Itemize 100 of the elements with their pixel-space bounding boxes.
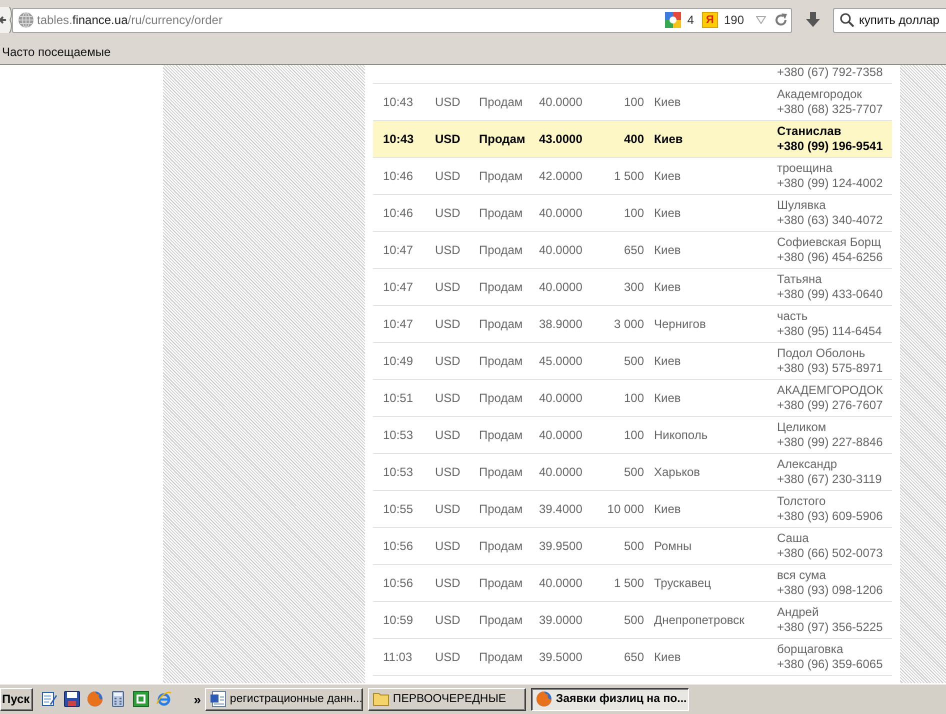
action-cell: Продам (479, 538, 523, 554)
phone-number: +380 (99) 196-9541 (777, 139, 883, 154)
currency-cell: USD (435, 576, 460, 590)
city-cell: Киев (654, 502, 681, 516)
amount-cell: 500 (624, 612, 644, 628)
taskbar-button[interactable]: ПЕРВООЧЕРЕДНЫЕ (368, 688, 526, 710)
page-pencil-icon[interactable] (40, 691, 57, 707)
browser-icon[interactable] (86, 691, 103, 707)
contact-note: Подол Оболонь (777, 346, 866, 361)
taskbar-button[interactable]: регистрационные данн... (204, 688, 363, 710)
document-icon (210, 691, 226, 707)
url-text: tables.finance.ua/ru/currency/order (37, 13, 222, 27)
currency-cell: USD (435, 650, 460, 664)
city-cell: Киев (654, 650, 681, 664)
contact-note: Татьяна (777, 272, 822, 287)
bookmark-item[interactable]: Часто посещаемые (2, 45, 111, 59)
action-cell: Продам (479, 132, 526, 146)
address-field[interactable]: tables.finance.ua/ru/currency/order 4 Я 190 (12, 8, 792, 32)
folder-icon (372, 691, 389, 707)
currency-cell: USD (435, 354, 460, 368)
rate-cell: 40.0000 (539, 94, 582, 110)
contact-note: Станислав (777, 124, 842, 139)
amount-cell: 650 (624, 242, 644, 258)
contact-note: Толстого (777, 494, 826, 509)
amount-cell: 500 (624, 354, 644, 368)
globe-icon (18, 12, 34, 28)
contact-note: Целиком (777, 420, 826, 435)
action-cell: Продам (479, 206, 523, 220)
amount-cell: 100 (624, 428, 644, 442)
rate-cell: 40.0000 (539, 428, 582, 442)
time-cell: 10:53 (383, 428, 414, 442)
amount-cell: 100 (624, 390, 644, 406)
action-cell: Продам (479, 168, 523, 184)
colored-squares-icon[interactable] (665, 12, 682, 28)
currency-cell: USD (435, 538, 460, 554)
rate-cell: 42.0000 (539, 168, 582, 184)
search-field[interactable]: купить доллар (833, 8, 946, 32)
action-cell: Продам (479, 502, 523, 516)
reload-icon[interactable] (774, 13, 788, 27)
city-cell: Киев (654, 390, 681, 406)
time-cell: 10:55 (383, 502, 414, 516)
time-cell: 10:53 (383, 464, 414, 480)
amount-cell: 500 (624, 464, 644, 480)
contact-note: Софиевская Борщ (777, 235, 881, 250)
download-icon[interactable] (806, 12, 820, 28)
time-cell: 10:46 (383, 168, 414, 184)
amount-cell: 100 (624, 206, 644, 220)
time-cell: 10:43 (383, 94, 414, 110)
contact-note: вся сума (777, 568, 826, 583)
action-cell: Продам (479, 242, 523, 258)
start-button[interactable]: Пуск (0, 688, 33, 710)
city-cell: Ромны (654, 538, 692, 554)
back-button[interactable] (0, 7, 12, 33)
rate-cell: 39.5000 (539, 650, 582, 664)
currency-cell: USD (435, 612, 460, 628)
contact-note: Александр (777, 457, 838, 472)
phone-number: +380 (67) 792-7358 (777, 65, 883, 80)
contact-note: АКАДЕМГОРОДОК (777, 383, 883, 398)
city-cell: Никополь (654, 428, 708, 442)
city-cell: Киев (654, 206, 681, 220)
phone-number: +380 (95) 114-6454 (777, 324, 882, 339)
taskbar-button[interactable]: Заявки физлиц на по... (530, 688, 689, 710)
rank-count: 190 (724, 13, 744, 27)
time-cell: 10:51 (383, 390, 414, 406)
contact-note: троещина (777, 161, 832, 176)
time-cell: 10:56 (383, 576, 414, 590)
search-icon (840, 13, 854, 27)
amount-cell: 400 (624, 132, 644, 146)
rate-cell: 39.9500 (539, 538, 582, 554)
action-cell: Продам (479, 94, 523, 110)
currency-cell: USD (435, 94, 460, 110)
amount-cell: 10 000 (607, 502, 644, 516)
browser-icon (536, 691, 552, 707)
phone-number: +380 (66) 502-0073 (777, 546, 883, 561)
currency-cell: USD (435, 464, 460, 480)
action-cell: Продам (479, 464, 523, 480)
phone-number: +380 (99) 276-7607 (777, 398, 883, 413)
contact-note: часть (777, 309, 808, 324)
phone-number: +380 (68) 325-7707 (777, 102, 883, 117)
contact-note: Саша (777, 531, 809, 546)
currency-cell: USD (435, 132, 460, 146)
city-cell: Трускавец (654, 576, 712, 590)
amount-cell: 1 500 (614, 576, 644, 590)
contact-note: Андрей (777, 605, 819, 620)
city-cell: Киев (654, 280, 681, 294)
time-cell: 10:47 (383, 242, 414, 258)
time-cell: 10:47 (383, 316, 414, 332)
city-cell: Киев (654, 132, 683, 146)
currency-cell: USD (435, 280, 460, 294)
contact-note: Академгородок (777, 87, 862, 102)
currency-cell: USD (435, 206, 460, 220)
action-cell: Продам (479, 576, 523, 590)
action-cell: Продам (479, 612, 523, 628)
orbit-globe-icon[interactable] (156, 691, 172, 707)
amount-cell: 3 000 (614, 316, 644, 332)
calculator-icon[interactable] (110, 691, 126, 707)
city-cell: Киев (654, 242, 681, 258)
amount-cell: 650 (624, 650, 644, 664)
tile-icon[interactable] (132, 691, 149, 707)
overflow-button[interactable]: » (194, 692, 201, 706)
